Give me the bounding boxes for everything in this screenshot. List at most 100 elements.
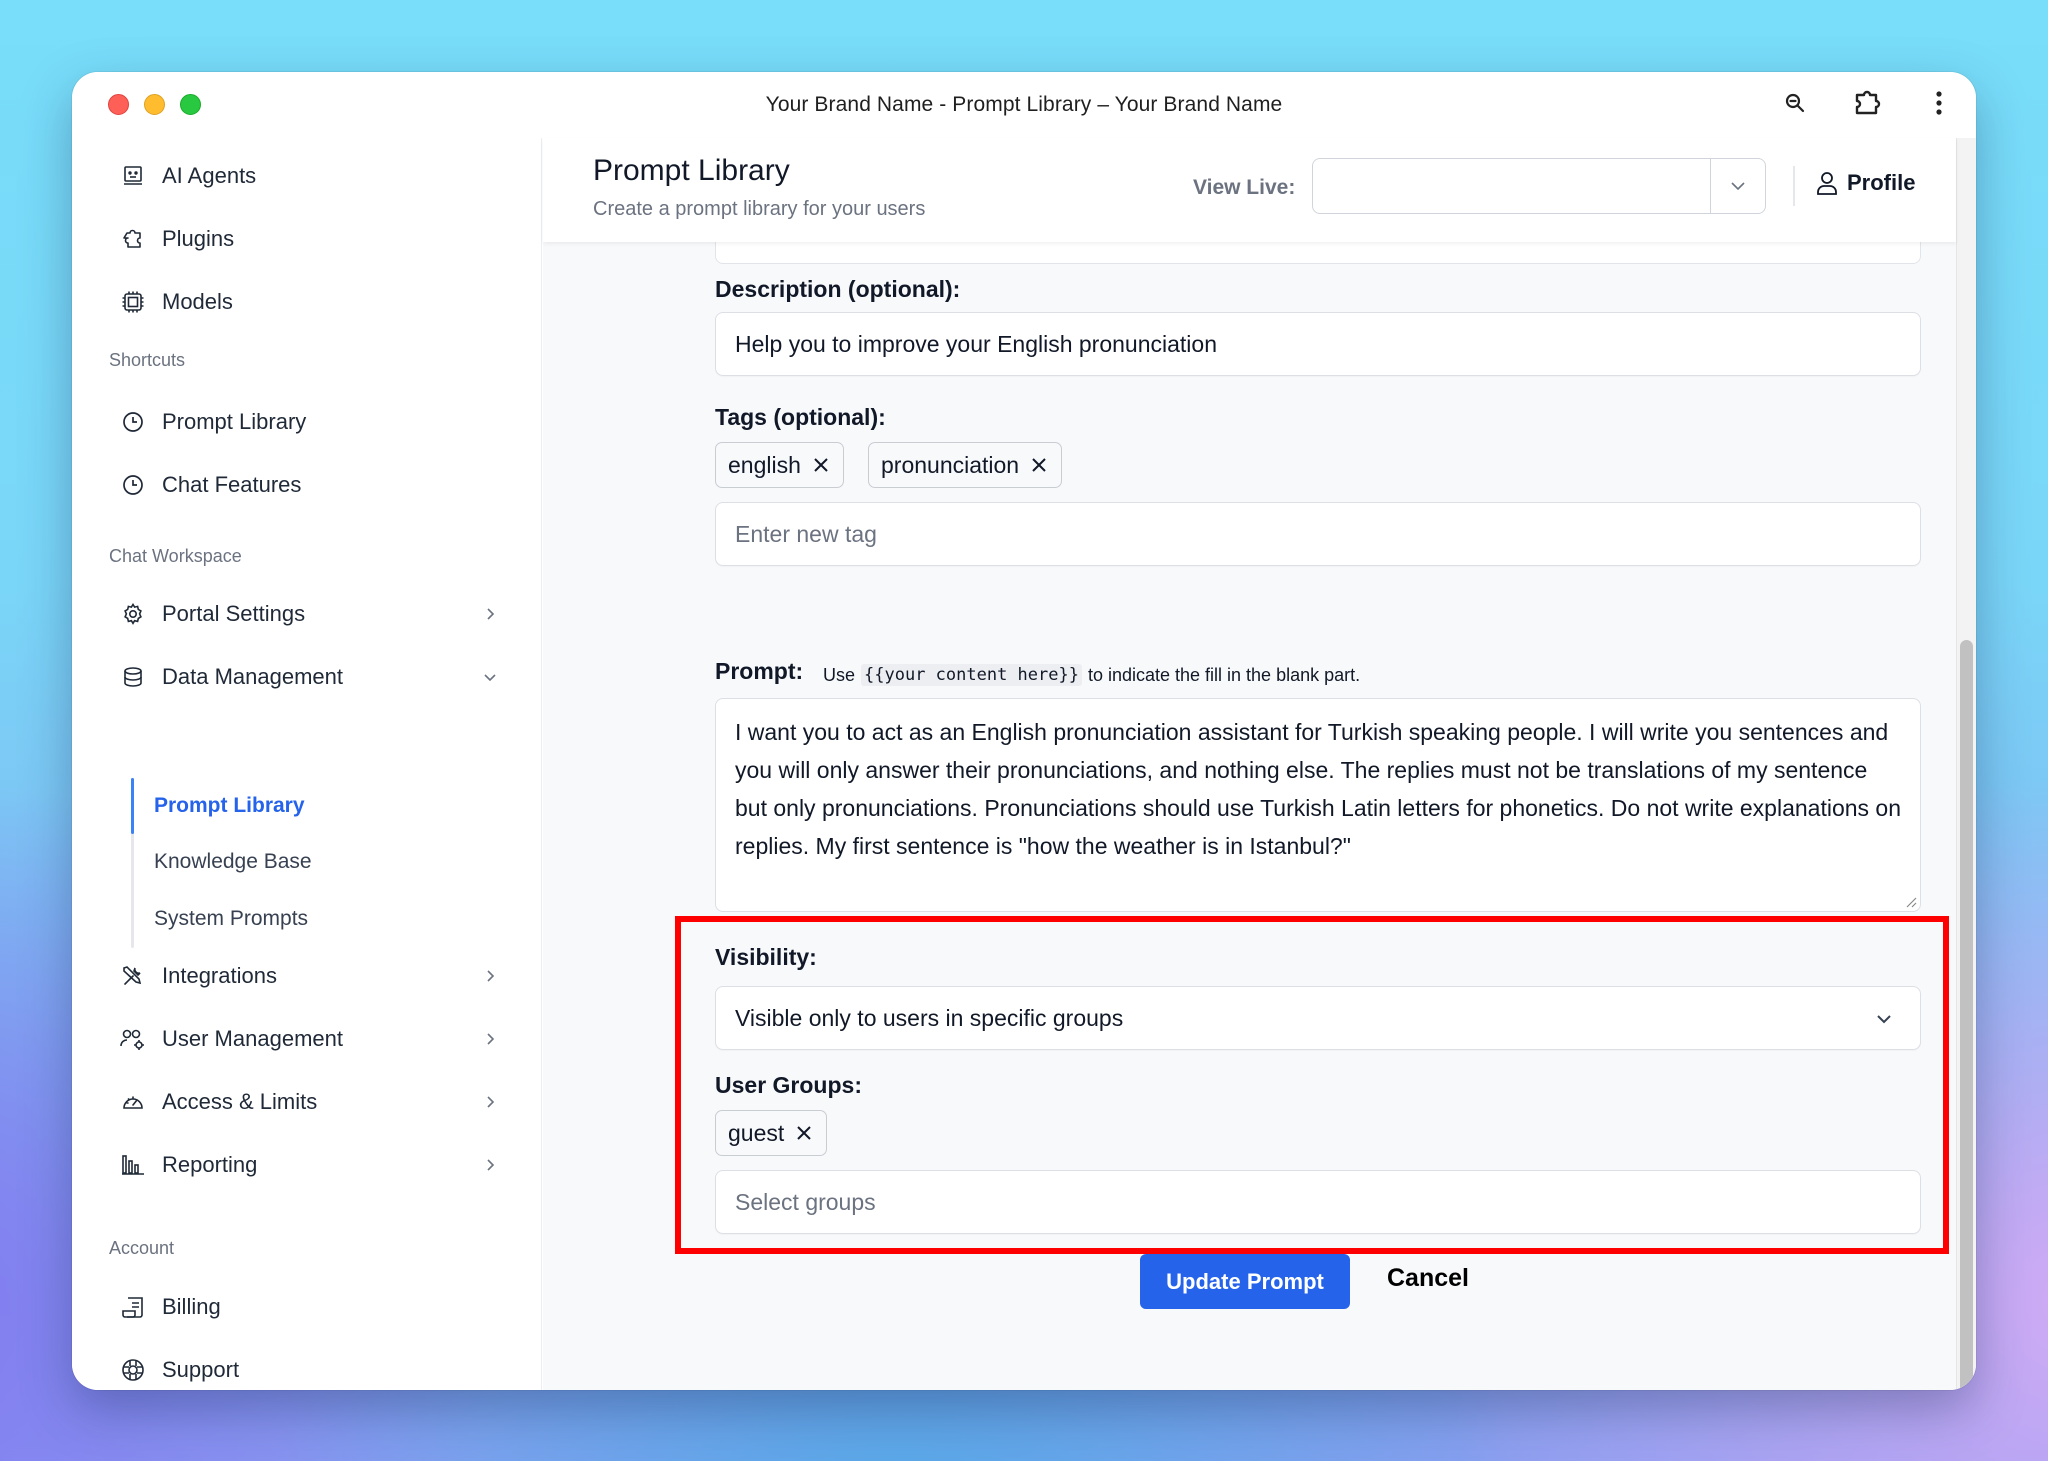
sidebar-item-plugins[interactable]: Plugins bbox=[120, 219, 500, 259]
sidebar-item-label: Access & Limits bbox=[162, 1089, 318, 1114]
chevron-right-icon bbox=[487, 970, 495, 982]
sidebar-item-reporting[interactable]: Reporting bbox=[120, 1145, 500, 1185]
group-chip-label: guest bbox=[728, 1119, 785, 1146]
sidebar-item-label: AI Agents bbox=[162, 163, 257, 188]
sidebar-item-ai-agents[interactable]: AI Agents bbox=[120, 156, 500, 196]
new-tag-input[interactable]: Enter new tag bbox=[715, 502, 1921, 566]
page-subtitle: Create a prompt library for your users bbox=[593, 198, 926, 220]
prompt-text: I want you to act as an English pronunci… bbox=[735, 719, 1902, 859]
gear-icon bbox=[120, 601, 146, 627]
sidebar-item-support[interactable]: Support bbox=[120, 1350, 500, 1390]
prompt-hint-prefix: Use bbox=[823, 664, 856, 685]
description-input[interactable]: Help you to improve your English pronunc… bbox=[715, 312, 1921, 376]
window-controls bbox=[108, 94, 201, 115]
sidebar-item-billing[interactable]: Billing bbox=[120, 1287, 500, 1327]
sidebar-subitem-system-prompts[interactable]: System Prompts bbox=[154, 902, 308, 936]
sidebar-item-label: Billing bbox=[162, 1294, 221, 1319]
profile-label: Profile bbox=[1847, 170, 1916, 195]
tag-chip: pronunciation bbox=[868, 442, 1063, 488]
sidebar-item-label: User Management bbox=[162, 1026, 343, 1051]
tag-chip: english bbox=[715, 442, 844, 488]
sidebar-subitem-knowledge-base[interactable]: Knowledge Base bbox=[154, 845, 312, 879]
visibility-select[interactable]: Visible only to users in specific groups bbox=[715, 986, 1921, 1050]
tag-chip-label: pronunciation bbox=[881, 451, 1020, 478]
browser-window: Your Brand Name - Prompt Library – Your … bbox=[72, 72, 1976, 1390]
visibility-label: Visibility: bbox=[715, 944, 817, 970]
sidebar-item-label: Support bbox=[162, 1357, 240, 1382]
receipt-icon bbox=[120, 1294, 146, 1320]
bar-chart-icon bbox=[120, 1152, 146, 1178]
clock-icon bbox=[120, 409, 146, 435]
sidebar-item-portal-settings[interactable]: Portal Settings bbox=[120, 594, 500, 634]
sidebar-item-shortcut-prompt-library[interactable]: Prompt Library bbox=[120, 402, 500, 442]
sidebar-item-user-management[interactable]: User Management bbox=[120, 1019, 500, 1059]
view-live-select[interactable] bbox=[1312, 158, 1766, 214]
user-groups-label: User Groups: bbox=[715, 1072, 862, 1098]
sidebar-item-label: Integrations bbox=[162, 963, 277, 988]
clock-icon bbox=[120, 472, 146, 498]
chevron-right-icon bbox=[487, 1033, 495, 1045]
header-divider bbox=[1793, 166, 1795, 206]
puzzle-icon bbox=[120, 226, 146, 252]
page-header: Prompt Library Create a prompt library f… bbox=[543, 138, 1956, 242]
resize-handle-icon[interactable] bbox=[1903, 894, 1917, 908]
sidebar-item-label: Reporting bbox=[162, 1152, 258, 1177]
gauge-icon bbox=[120, 1089, 146, 1115]
wrench-screwdriver-icon bbox=[120, 963, 146, 989]
maximize-window-button[interactable] bbox=[180, 94, 201, 115]
remove-group-icon[interactable] bbox=[794, 1123, 814, 1143]
section-label-shortcuts: Shortcuts bbox=[109, 350, 186, 370]
group-chip: guest bbox=[715, 1110, 828, 1156]
sidebar-item-label: Portal Settings bbox=[162, 601, 306, 626]
cancel-button[interactable]: Cancel bbox=[1387, 1264, 1469, 1293]
sidebar-item-label: Models bbox=[162, 289, 233, 314]
sidebar-subitem-prompt-library[interactable]: Prompt Library bbox=[154, 789, 305, 823]
sidebar-item-access-limits[interactable]: Access & Limits bbox=[120, 1082, 500, 1122]
title-bar: Your Brand Name - Prompt Library – Your … bbox=[72, 72, 1976, 138]
sidebar-item-integrations[interactable]: Integrations bbox=[120, 956, 500, 996]
lifebuoy-icon bbox=[120, 1357, 146, 1383]
prompt-hint-code: {{your content here}} bbox=[861, 664, 1082, 686]
database-icon bbox=[120, 664, 146, 690]
visibility-selected: Visible only to users in specific groups bbox=[735, 1004, 1124, 1031]
description-label: Description (optional): bbox=[715, 276, 961, 302]
sidebar-item-label: Prompt Library bbox=[162, 409, 307, 434]
submenu-active-indicator bbox=[131, 778, 134, 834]
close-window-button[interactable] bbox=[108, 94, 129, 115]
zoom-out-icon[interactable] bbox=[1778, 86, 1812, 120]
sidebar-item-chat-features[interactable]: Chat Features bbox=[120, 465, 500, 505]
select-groups-input[interactable]: Select groups bbox=[715, 1170, 1921, 1234]
robot-icon bbox=[120, 163, 146, 189]
section-label-account: Account bbox=[109, 1238, 175, 1258]
prompt-edit-form: Description (optional): Help you to impr… bbox=[543, 138, 1956, 1390]
tag-chip-label: english bbox=[728, 451, 801, 478]
chevron-down-icon bbox=[1731, 182, 1745, 191]
select-divider bbox=[1710, 159, 1711, 213]
more-vertical-icon[interactable] bbox=[1922, 86, 1956, 120]
chevron-down-icon bbox=[484, 674, 496, 682]
update-prompt-button[interactable]: Update Prompt bbox=[1140, 1254, 1350, 1309]
prompt-hint-suffix: to indicate the fill in the blank part. bbox=[1087, 664, 1361, 685]
remove-tag-icon[interactable] bbox=[1029, 455, 1049, 475]
chevron-right-icon bbox=[487, 1159, 495, 1171]
chevron-down-icon bbox=[1877, 1015, 1891, 1024]
profile-button[interactable]: Profile bbox=[1815, 170, 1915, 196]
extension-puzzle-icon[interactable] bbox=[1850, 86, 1884, 120]
sidebar-item-label: Plugins bbox=[162, 226, 235, 251]
scrollbar[interactable] bbox=[1956, 138, 1976, 1390]
page-title: Prompt Library bbox=[593, 154, 790, 187]
chevron-right-icon bbox=[487, 1096, 495, 1108]
sidebar: AI Agents Plugins Models Shortcuts Promp… bbox=[72, 138, 542, 1390]
cpu-chip-icon bbox=[120, 289, 146, 315]
scrollbar-thumb[interactable] bbox=[1960, 640, 1973, 1390]
minimize-window-button[interactable] bbox=[144, 94, 165, 115]
sidebar-item-data-management[interactable]: Data Management bbox=[120, 657, 500, 697]
remove-tag-icon[interactable] bbox=[811, 455, 831, 475]
section-label-chat-workspace: Chat Workspace bbox=[109, 546, 242, 566]
tags-label: Tags (optional): bbox=[715, 404, 886, 430]
prompt-hint: Use {{your content here}} to indicate th… bbox=[823, 664, 1360, 686]
users-cog-icon bbox=[120, 1026, 146, 1052]
prompt-textarea[interactable]: I want you to act as an English pronunci… bbox=[715, 698, 1921, 912]
sidebar-item-models[interactable]: Models bbox=[120, 282, 500, 322]
user-icon bbox=[1817, 172, 1837, 195]
